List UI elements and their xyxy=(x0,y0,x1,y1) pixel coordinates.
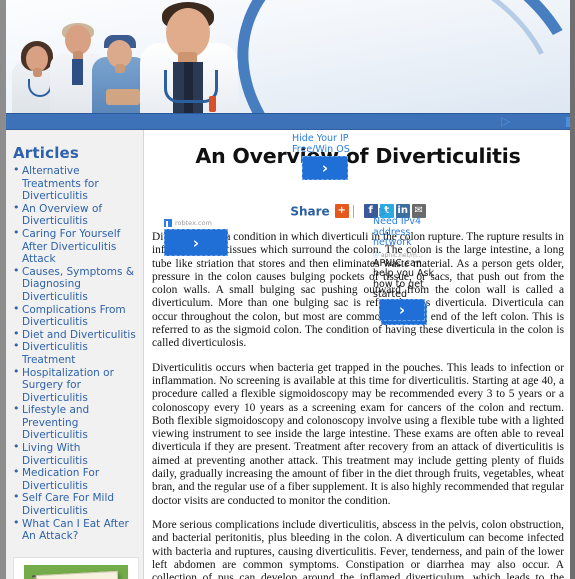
sidebar-item-medication[interactable]: Medication For Diverticulitis xyxy=(13,466,139,492)
sidebar-article-list: Alternative Treatments for Diverticuliti… xyxy=(13,164,139,543)
sidebar-heading: Articles xyxy=(13,144,80,162)
sidebar-item-caring-for-yourself[interactable]: Caring For Yourself After Diverticulitis… xyxy=(13,227,139,266)
sidebar-item-hospitalization[interactable]: Hospitalization or Surgery for Diverticu… xyxy=(13,366,139,405)
page-title: An Overview of Diverticulitis xyxy=(195,144,521,168)
ad-hide-your-ip-image[interactable]: › xyxy=(302,156,348,180)
adchoices-icon[interactable]: ▷ xyxy=(501,115,514,127)
robtex-favicon-icon xyxy=(164,219,172,227)
ad-robtex[interactable]: robtex.com › xyxy=(164,219,228,256)
ad-robtex-source-row: robtex.com xyxy=(164,219,228,227)
sidebar-item-diet[interactable]: Diet and Diverticulitis xyxy=(13,328,139,342)
article-paragraph-2: Diverticulitis occurs when bacteria get … xyxy=(152,361,564,507)
ad-hide-your-ip[interactable]: Hide Your IP Free/Win OS › xyxy=(292,133,354,180)
addthis-icon[interactable]: + xyxy=(334,204,349,219)
ad-robtex-source: robtex.com xyxy=(175,219,212,227)
webpage: ▷ Articles Alternative Treatments for Di… xyxy=(0,0,575,579)
sidebar-item-what-can-i-eat[interactable]: What Can I Eat After An Attack? xyxy=(13,517,139,543)
header-accent-bar: ▷ xyxy=(6,113,570,130)
scrollbar-thumb[interactable] xyxy=(566,117,570,127)
ad-apnic-headline: Need IPv4 address network xyxy=(373,216,422,248)
share-bar: Share + f t in ✉ xyxy=(152,202,564,220)
doctors-photo xyxy=(6,0,241,113)
ad-robtex-image[interactable]: › xyxy=(164,229,228,256)
site-banner xyxy=(6,0,570,113)
banner-swoosh-graphic-secondary xyxy=(218,0,570,113)
main-column: An Overview of Diverticulitis Share + f t in… xyxy=(144,130,570,579)
share-divider xyxy=(352,204,354,218)
ad-inline-image[interactable]: › xyxy=(379,299,425,321)
sidebar-item-complications[interactable]: Complications From Diverticulitis xyxy=(13,303,139,329)
sidebar-item-alternative-treatments[interactable]: Alternative Treatments for Diverticuliti… xyxy=(13,164,139,203)
ad-apnic-body: APNIC can help you Ask how to get starte… xyxy=(373,257,434,300)
page-content: Articles Alternative Treatments for Dive… xyxy=(6,130,570,579)
share-label: Share xyxy=(290,204,330,219)
ad-hide-your-ip-text: Hide Your IP Free/Win OS xyxy=(292,133,350,155)
article-paragraph-3: More serious complications include diver… xyxy=(152,518,564,579)
ebook-promo-image[interactable]: What Your Doctor Won't Tell You About Di… xyxy=(13,556,139,579)
sidebar-item-lifestyle[interactable]: Lifestyle and Preventing Diverticulitis xyxy=(13,403,139,442)
sidebar-item-causes-symptoms[interactable]: Causes, Symptoms & Diagnosing Diverticul… xyxy=(13,265,139,304)
sidebar-item-living-with[interactable]: Living With Diverticulitis xyxy=(13,441,139,467)
sidebar: Articles Alternative Treatments for Dive… xyxy=(6,130,144,579)
sidebar-item-an-overview[interactable]: An Overview of Diverticulitis xyxy=(13,202,139,228)
sidebar-item-self-care[interactable]: Self Care For Mild Diverticulitis xyxy=(13,491,139,517)
sidebar-item-treatment[interactable]: Diverticulitis Treatment xyxy=(13,340,139,366)
